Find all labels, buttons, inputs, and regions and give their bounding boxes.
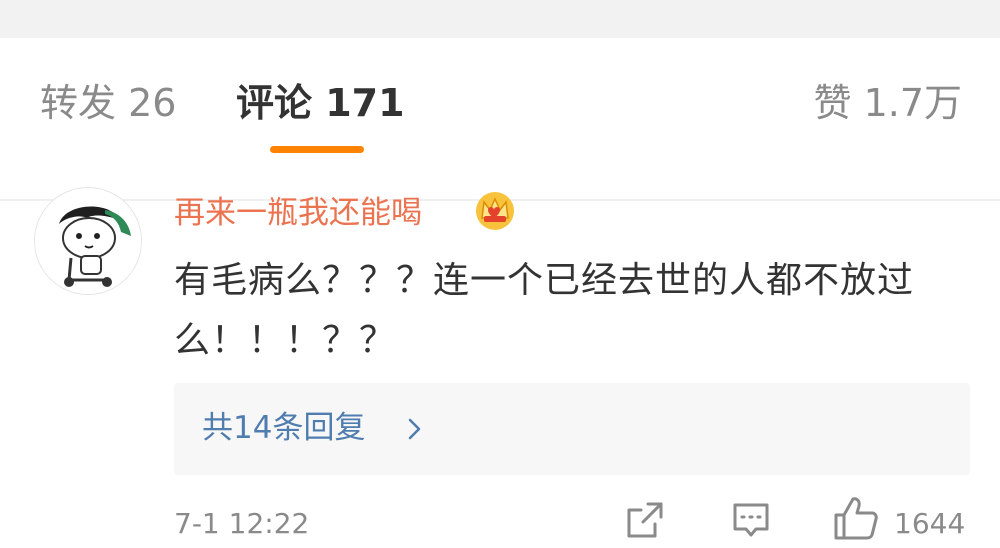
share-icon[interactable] <box>624 499 666 541</box>
top-strip <box>0 0 1000 38</box>
comment-item: 再来一瓶我还能喝 有毛病么？？？连一个已经去世的人都不放过么！！！？？ 共14条… <box>0 163 1000 548</box>
username[interactable]: 再来一瓶我还能喝 <box>174 193 422 233</box>
like-count: 1644 <box>894 507 966 540</box>
replies-box[interactable]: 共14条回复 <box>174 383 970 475</box>
avatar[interactable] <box>34 187 142 295</box>
tab-comments[interactable]: 评论 171 <box>236 80 405 126</box>
chevron-right-icon <box>408 418 421 440</box>
tab-bar: 转发 26 评论 171 赞 1.7万 <box>0 38 1000 201</box>
comment-timestamp: 7-1 12:22 <box>174 507 310 540</box>
view-replies-link[interactable]: 共14条回复 <box>202 407 365 449</box>
tab-reposts[interactable]: 转发 26 <box>40 80 176 126</box>
reply-icon[interactable] <box>730 499 772 541</box>
crown-badge-icon[interactable] <box>474 190 516 232</box>
tab-likes[interactable]: 赞 1.7万 <box>813 80 962 126</box>
active-tab-indicator <box>270 146 364 153</box>
like-icon[interactable] <box>832 495 880 541</box>
avatar-image <box>35 188 141 294</box>
comment-text: 有毛病么？？？连一个已经去世的人都不放过么！！！？？ <box>174 260 915 361</box>
